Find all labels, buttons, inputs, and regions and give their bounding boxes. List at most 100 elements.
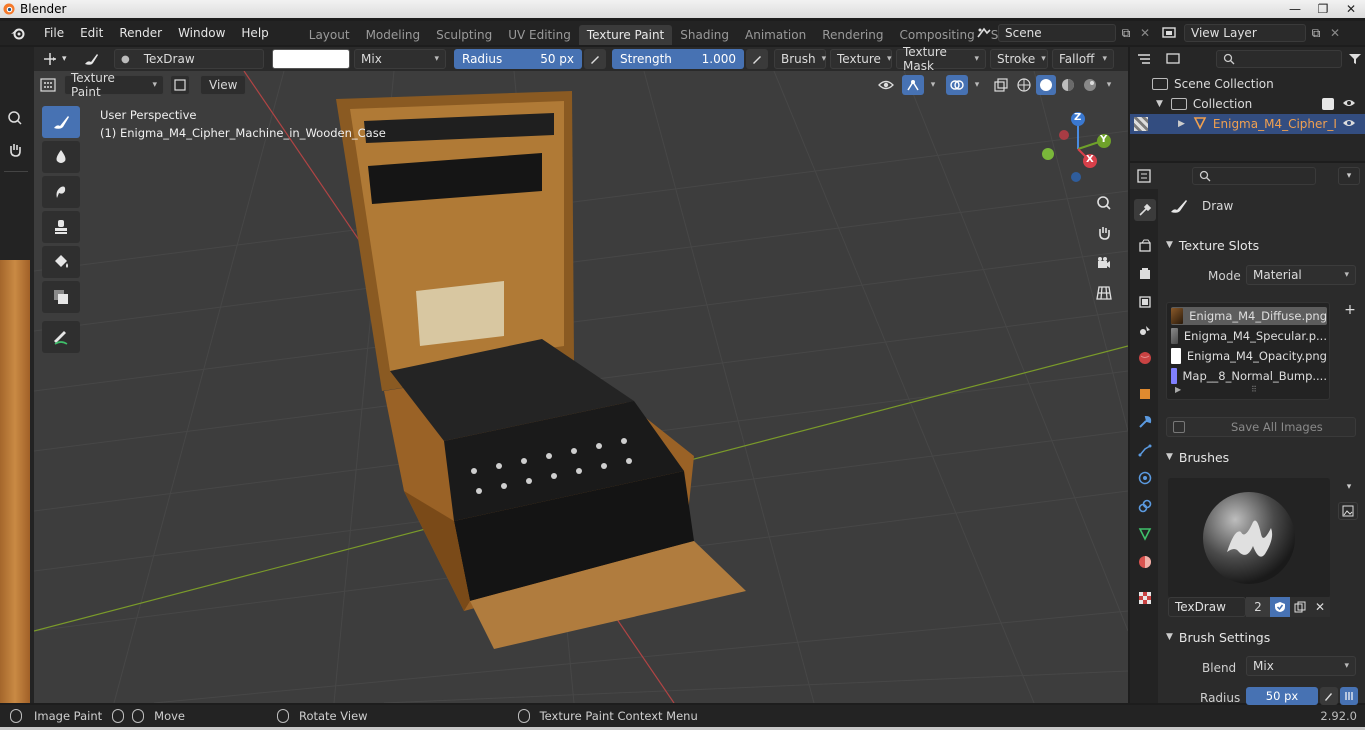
texture-mask-menu[interactable]: Texture Mask ▾ [896,45,986,73]
pan-view-button[interactable] [1092,221,1116,245]
strength-slider[interactable]: Strength 1.000 [612,49,744,69]
outliner-search-input[interactable] [1215,50,1342,68]
tab-sculpting[interactable]: Sculpting [428,25,500,45]
scene-tab[interactable] [1134,319,1156,341]
texture-slot-item[interactable]: Enigma_M4_Opacity.png [1171,347,1327,365]
brush-image-icon[interactable] [1338,502,1358,520]
brushes-section-header[interactable]: ▼ Brushes [1160,446,1365,468]
properties-editor-icon[interactable] [1130,169,1162,183]
exclude-checkbox[interactable] [1322,98,1334,110]
tab-layout[interactable]: Layout [301,25,358,45]
falloff-menu[interactable]: Falloff ▾ [1052,49,1114,69]
minimize-button[interactable]: — [1281,0,1309,18]
tab-uv-editing[interactable]: UV Editing [500,25,579,45]
view-menu[interactable]: View [200,75,247,95]
toggle-sidebar-icon[interactable] [170,75,190,95]
brush-dropdown-button[interactable]: ▾ [1338,478,1360,496]
menu-edit[interactable]: Edit [72,21,111,45]
list-resize-handle[interactable]: ⠿ [1251,385,1257,394]
texture-mode-dropdown[interactable]: Material ▾ [1246,265,1356,285]
properties-search-input[interactable] [1192,167,1316,185]
tool-tab[interactable] [1134,199,1156,221]
blender-menu-button[interactable] [0,26,36,40]
draw-tool-button[interactable] [42,106,80,138]
shading-dropdown-icon[interactable]: ▾ [1102,80,1116,90]
eye-icon[interactable] [1342,97,1356,111]
eye-icon[interactable] [1342,117,1356,131]
outliner-collection[interactable]: ▼ Collection [1130,94,1365,114]
perspective-toggle-button[interactable] [1092,281,1116,305]
expand-icon[interactable]: ▶ [1178,119,1185,129]
shading-wireframe-icon[interactable] [1014,75,1034,95]
outliner-object-row[interactable]: ▶ Enigma_M4_Cipher_I [1130,114,1365,134]
brush-menu[interactable]: Brush ▾ [774,49,826,69]
tab-rendering[interactable]: Rendering [814,25,891,45]
output-tab[interactable] [1134,263,1156,285]
texture-slot-item[interactable]: Map__8_Normal_Bump.... [1171,367,1327,385]
radius-unit-icon[interactable] [1340,687,1358,705]
paint-brush-icon[interactable] [76,49,110,69]
brush-preview[interactable] [1168,478,1330,598]
visibility-icon[interactable] [872,79,900,91]
clone-tool-button[interactable] [42,211,80,243]
add-texture-slot-button[interactable]: + [1340,301,1360,319]
radius-slider[interactable]: Radius 50 px [454,49,582,69]
zoom-view-button[interactable] [1092,191,1116,215]
scene-name-field[interactable]: Scene [998,24,1116,42]
gizmo-toggle-icon[interactable] [902,75,924,95]
shading-solid-icon[interactable] [1036,75,1056,95]
remove-scene-icon[interactable]: ✕ [1136,26,1154,40]
zoom-icon[interactable] [4,107,26,129]
tab-compositing[interactable]: Compositing [891,25,982,45]
texture-slot-item[interactable]: Enigma_M4_Diffuse.png [1171,307,1327,325]
pan-hand-icon[interactable] [4,139,26,161]
smear-tool-button[interactable] [42,176,80,208]
stroke-menu[interactable]: Stroke ▾ [990,49,1048,69]
physics-tab[interactable] [1134,467,1156,489]
render-tab[interactable] [1134,235,1156,257]
list-expand-icon[interactable]: ▶ [1175,385,1181,394]
brush-datablock-name[interactable]: TexDraw [1168,597,1246,617]
brush-selector[interactable]: ● TexDraw [114,49,264,69]
outliner-scene-collection[interactable]: Scene Collection [1130,74,1365,94]
tab-animation[interactable]: Animation [737,25,814,45]
pressure-strength-icon[interactable] [746,49,768,69]
close-button[interactable]: ✕ [1337,0,1365,18]
menu-file[interactable]: File [36,21,72,45]
shading-material-icon[interactable] [1058,75,1078,95]
remove-view-layer-icon[interactable]: ✕ [1326,26,1344,40]
tab-texture-paint[interactable]: Texture Paint [578,25,673,45]
mode-dropdown[interactable]: Texture Paint ▾ [64,71,164,99]
view-layer-tab[interactable] [1134,291,1156,313]
new-scene-icon[interactable]: ⧉ [1116,26,1136,41]
brush-settings-section-header[interactable]: ▼ Brush Settings [1160,626,1365,648]
texture-slots-section-header[interactable]: ▼ Texture Slots [1160,234,1365,256]
outliner-editor-icon[interactable] [1130,52,1159,66]
mask-tool-button[interactable] [42,281,80,313]
modifier-tab[interactable] [1134,411,1156,433]
tab-shading[interactable]: Shading [672,25,737,45]
gizmo-dropdown-icon[interactable]: ▾ [926,80,940,90]
brush-blend-dropdown[interactable]: Mix ▾ [1246,656,1356,676]
filter-icon[interactable] [1346,53,1365,65]
overlay-toggle-icon[interactable] [946,75,968,95]
overlay-dropdown-icon[interactable]: ▾ [970,80,984,90]
3d-viewport[interactable]: Z Y X [34,71,1128,703]
display-mode-icon[interactable] [1159,52,1188,66]
texture-paint-mode-icon[interactable] [1134,117,1148,131]
object-tab[interactable] [1134,383,1156,405]
pressure-radius-icon[interactable] [584,49,606,69]
view-layer-field[interactable]: View Layer [1184,24,1306,42]
soften-tool-button[interactable] [42,141,80,173]
brush-users-count[interactable]: 2 [1246,597,1270,617]
xray-toggle-icon[interactable] [990,78,1012,92]
maximize-button[interactable]: ❐ [1309,0,1337,18]
texture-menu[interactable]: Texture ▾ [830,49,892,69]
duplicate-brush-icon[interactable] [1290,597,1310,617]
fill-tool-button[interactable] [42,246,80,278]
menu-window[interactable]: Window [170,21,233,45]
annotate-tool-button[interactable] [42,321,80,353]
brush-radius-slider[interactable]: 50 px [1246,687,1318,705]
properties-options-dropdown[interactable]: ▾ [1338,167,1360,185]
blend-dropdown[interactable]: Mix ▾ [354,49,446,69]
